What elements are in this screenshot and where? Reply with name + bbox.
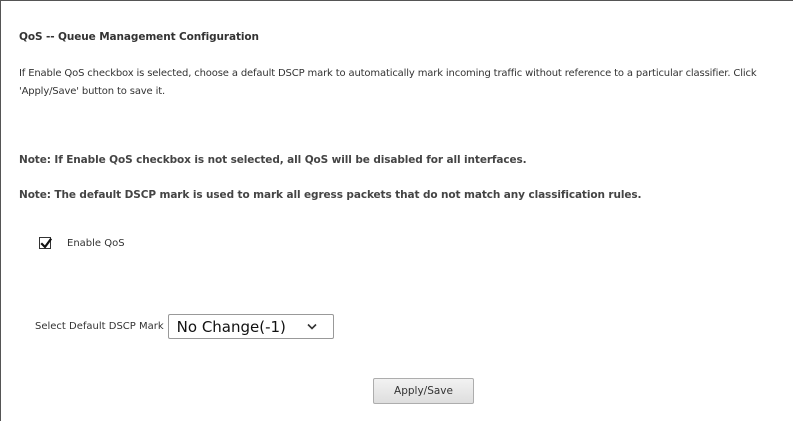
dscp-mark-label: Select Default DSCP Mark [35,321,164,332]
enable-qos-checkbox[interactable] [39,237,52,249]
dscp-mark-selected-value: No Change(-1) [176,317,286,336]
checkmark-icon [40,237,52,249]
enable-qos-label: Enable QoS [67,237,125,249]
chevron-down-icon [307,323,317,330]
qos-config-page: QoS -- Queue Management Configuration If… [0,0,793,421]
note-qos-disabled: Note: If Enable QoS checkbox is not sele… [19,154,527,166]
apply-save-button[interactable]: Apply/Save [373,378,474,404]
dscp-mark-select[interactable]: No Change(-1) [167,314,334,339]
note-default-dscp: Note: The default DSCP mark is used to m… [19,189,642,201]
page-title: QoS -- Queue Management Configuration [19,31,259,43]
enable-qos-row: Enable QoS [39,237,125,249]
dscp-mark-row: Select Default DSCP Mark No Change(-1) [35,314,334,339]
page-description: If Enable QoS checkbox is selected, choo… [19,68,757,97]
